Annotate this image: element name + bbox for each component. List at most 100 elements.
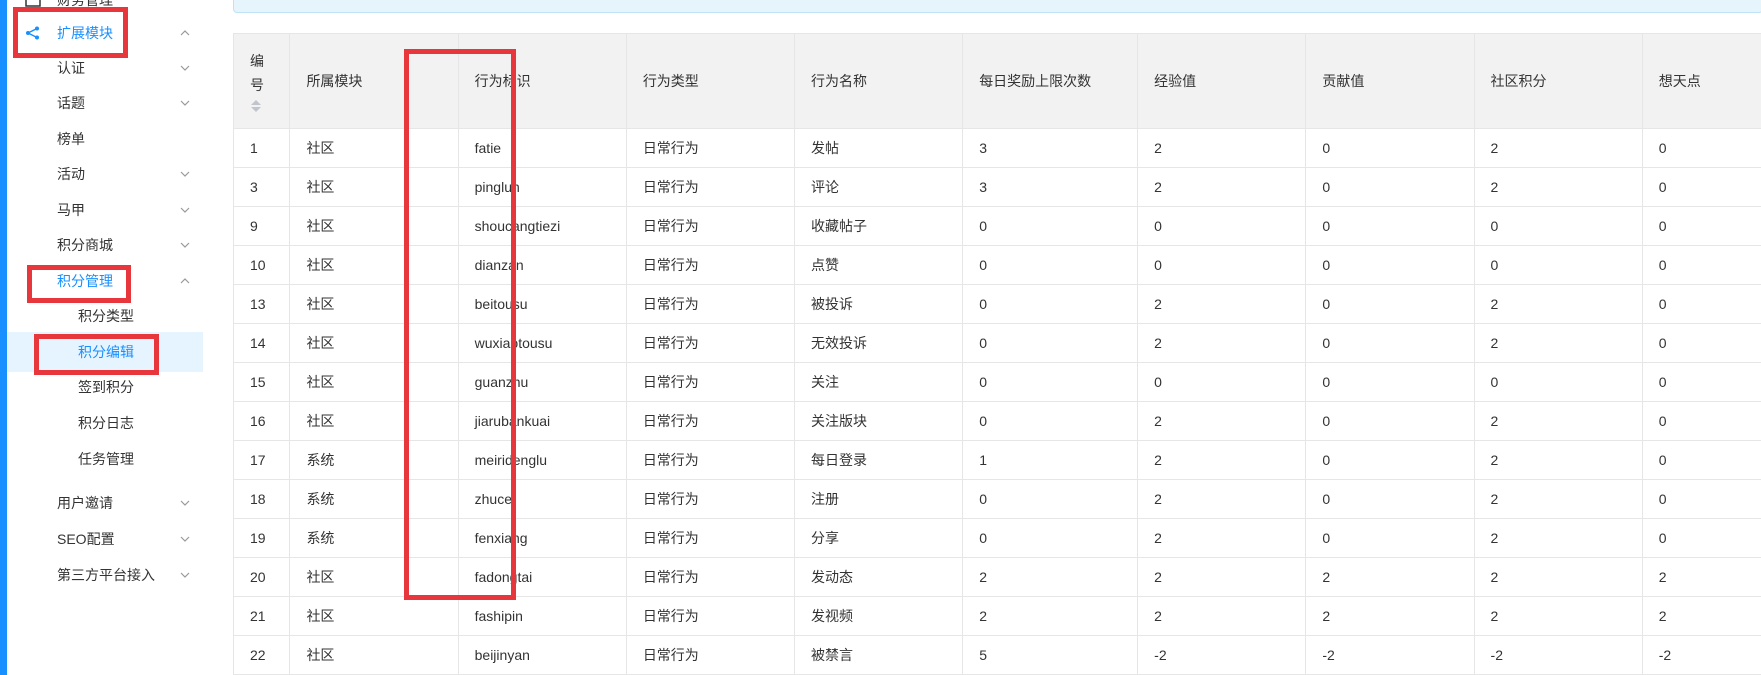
column-header-id[interactable]: 编 号: [233, 33, 291, 129]
table-cell: pinglun: [457, 167, 627, 207]
sidebar-item-7[interactable]: 积分管理: [7, 261, 206, 301]
table-cell: 日常行为: [625, 362, 796, 402]
sidebar-item-10[interactable]: 签到积分: [7, 367, 206, 407]
table-cell: 2: [1137, 401, 1307, 441]
sidebar-item-label: 榜单: [57, 131, 85, 147]
table-cell: 社区: [289, 206, 459, 246]
table-cell: 发帖: [793, 128, 964, 168]
table-cell: 0: [1641, 167, 1761, 207]
table-cell: 2: [1473, 557, 1643, 597]
table-cell: 0: [1641, 206, 1761, 246]
chevron-up-icon[interactable]: [179, 275, 191, 287]
sidebar-item-4[interactable]: 活动: [7, 154, 206, 194]
table-row[interactable]: 19 系统 fenxiang 日常行为 分享 0 2 0 2 0: [233, 518, 1761, 558]
sidebar-item-9[interactable]: 积分编辑: [7, 332, 211, 372]
table-cell: 2: [1137, 557, 1307, 597]
chevron-down-icon[interactable]: [179, 97, 191, 109]
table-row[interactable]: 16 社区 jiarubankuai 日常行为 关注版块 0 2 0 2 0: [233, 401, 1761, 441]
table-cell: 1: [233, 128, 291, 168]
table-row[interactable]: 3 社区 pinglun 日常行为 评论 3 2 0 2 0: [233, 167, 1761, 207]
chevron-down-icon[interactable]: [179, 168, 191, 180]
sidebar-item-8[interactable]: 积分类型: [7, 296, 206, 336]
chevron-down-icon[interactable]: [179, 497, 191, 509]
table-row[interactable]: 21 社区 fashipin 日常行为 发视频 2 2 2 2 2: [233, 596, 1761, 636]
sidebar-item-6[interactable]: 积分商城: [7, 225, 206, 265]
table-cell: 社区: [289, 596, 459, 636]
chevron-down-icon[interactable]: [179, 533, 191, 545]
column-header[interactable]: 社区积分: [1473, 33, 1643, 129]
table-row[interactable]: 18 系统 zhuce 日常行为 注册 0 2 0 2 0: [233, 479, 1761, 519]
table-cell: 2: [1473, 479, 1643, 519]
table-cell: 被投诉: [793, 284, 964, 324]
table-cell: 每日登录: [793, 440, 964, 480]
chevron-down-icon[interactable]: [179, 239, 191, 251]
table-cell: fadongtai: [457, 557, 627, 597]
sidebar-item-3[interactable]: 榜单: [7, 119, 206, 159]
column-header-id-char: 编: [250, 53, 264, 69]
chevron-down-icon[interactable]: [179, 204, 191, 216]
table-cell: 13: [233, 284, 291, 324]
chevron-up-icon[interactable]: [179, 27, 191, 39]
table-cell: 3: [233, 167, 291, 207]
sidebar-item-15[interactable]: 第三方平台接入: [7, 555, 206, 595]
column-header[interactable]: 贡献值: [1305, 33, 1475, 129]
table-cell: 19: [233, 518, 291, 558]
table-cell: 0: [1473, 245, 1643, 285]
table-cell: 0: [962, 362, 1139, 402]
column-header[interactable]: 经验值: [1137, 33, 1307, 129]
table-cell: 0: [1641, 128, 1761, 168]
table-row[interactable]: 10 社区 dianzan 日常行为 点赞 0 0 0 0 0: [233, 245, 1761, 285]
table-cell: 0: [1305, 284, 1475, 324]
table-cell: fashipin: [457, 596, 627, 636]
table-cell: shoucangtiezi: [457, 206, 627, 246]
sidebar-item-12[interactable]: 任务管理: [7, 439, 206, 479]
column-header[interactable]: 想天点: [1641, 33, 1761, 129]
table-cell: 日常行为: [625, 206, 796, 246]
sidebar-item-5[interactable]: 马甲: [7, 190, 206, 230]
table-row[interactable]: 9 社区 shoucangtiezi 日常行为 收藏帖子 0 0 0 0 0: [233, 206, 1761, 246]
table-row[interactable]: 17 系统 meiridenglu 日常行为 每日登录 1 2 0 2 0: [233, 440, 1761, 480]
table-cell: 0: [962, 518, 1139, 558]
table-cell: 2: [1137, 284, 1307, 324]
sidebar-item-1[interactable]: 认证: [7, 48, 206, 88]
table-row[interactable]: 20 社区 fadongtai 日常行为 发动态 2 2 2 2 2: [233, 557, 1761, 597]
sidebar-item-14[interactable]: SEO配置: [7, 519, 206, 559]
table-cell: 0: [1305, 206, 1475, 246]
table-cell: 社区: [289, 128, 459, 168]
table-row[interactable]: 13 社区 beitousu 日常行为 被投诉 0 2 0 2 0: [233, 284, 1761, 324]
sidebar-item-0[interactable]: 扩展模块: [7, 13, 206, 53]
table-cell: beijinyan: [457, 635, 627, 675]
table-cell: 日常行为: [625, 440, 796, 480]
sidebar-item-label: 积分编辑: [78, 344, 134, 360]
column-header[interactable]: 行为类型: [625, 33, 796, 129]
table-cell: 收藏帖子: [793, 206, 964, 246]
table-row[interactable]: 1 社区 fatie 日常行为 发帖 3 2 0 2 0: [233, 128, 1761, 168]
chevron-down-icon[interactable]: [179, 62, 191, 74]
column-header[interactable]: 行为名称: [793, 33, 964, 129]
chevron-down-icon[interactable]: [179, 569, 191, 581]
table-cell: 日常行为: [625, 635, 796, 675]
table-row[interactable]: 22 社区 beijinyan 日常行为 被禁言 5 -2 -2 -2 -2: [233, 635, 1761, 675]
sidebar-item-label: 认证: [57, 60, 85, 76]
table-cell: zhuce: [457, 479, 627, 519]
table-row[interactable]: 15 社区 guanzhu 日常行为 关注 0 0 0 0 0: [233, 362, 1761, 402]
sidebar-item-13[interactable]: 用户邀请: [7, 483, 206, 523]
table-cell: 0: [1137, 245, 1307, 285]
column-header[interactable]: 行为标识: [457, 33, 627, 129]
table-cell: 发视频: [793, 596, 964, 636]
sidebar-item-2[interactable]: 话题: [7, 83, 206, 123]
notice-banner: [233, 0, 1761, 13]
table-cell: 0: [1641, 362, 1761, 402]
table-cell: fenxiang: [457, 518, 627, 558]
table-cell: 0: [962, 245, 1139, 285]
column-header[interactable]: 每日奖励上限次数: [962, 33, 1139, 129]
table-cell: 3: [962, 128, 1139, 168]
table-cell: -2: [1305, 635, 1475, 675]
table-cell: 0: [1137, 206, 1307, 246]
sort-icon[interactable]: [250, 99, 262, 113]
table-row[interactable]: 14 社区 wuxiaotousu 日常行为 无效投诉 0 2 0 2 0: [233, 323, 1761, 363]
column-header[interactable]: 所属模块: [289, 33, 459, 129]
table-cell: jiarubankuai: [457, 401, 627, 441]
sidebar-item-11[interactable]: 积分日志: [7, 403, 206, 443]
table-cell: 0: [1305, 440, 1475, 480]
